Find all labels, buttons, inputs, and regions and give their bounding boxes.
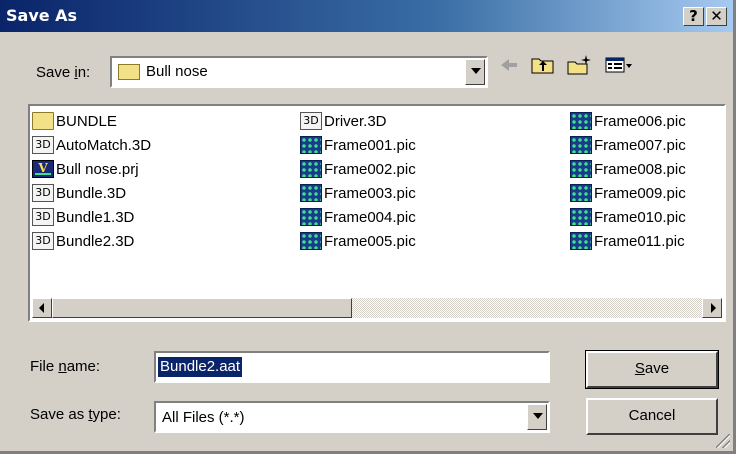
save-type-label-pre: Save as [30, 406, 89, 423]
file-item[interactable]: Frame003.pic [300, 182, 416, 204]
file-name-label-accel: n [58, 358, 67, 375]
save-in-dropdown-button[interactable] [465, 59, 485, 85]
file-item[interactable]: 3D Bundle2.3D [32, 230, 134, 252]
close-button[interactable]: ✕ [706, 7, 727, 26]
pic-file-icon [570, 112, 592, 130]
file-name-input[interactable]: Bundle2.aat [154, 351, 550, 383]
scroll-left-button[interactable] [32, 298, 52, 318]
file-item-name: Bundle1.3D [56, 208, 135, 226]
up-one-level-icon[interactable] [530, 54, 556, 76]
file-item[interactable]: Frame006.pic [570, 110, 686, 132]
file-item-name: AutoMatch.3D [56, 136, 152, 154]
file-item[interactable]: 3D Driver.3D [300, 110, 387, 132]
file-item[interactable]: Frame004.pic [300, 206, 416, 228]
save-in-dropdown[interactable]: Bull nose [110, 56, 488, 88]
save-as-dialog: Save As ? ✕ Save in: Bull nose BUNDLE 3D A… [0, 0, 736, 454]
pic-file-icon [300, 232, 322, 250]
dialog-title: Save As [6, 6, 78, 25]
file-item[interactable]: Frame008.pic [570, 158, 686, 180]
file-name-label-pre: File [30, 358, 59, 375]
file-item[interactable]: Frame011.pic [570, 230, 685, 252]
scroll-right-button[interactable] [702, 298, 722, 318]
save-type-label: Save as type: [30, 406, 121, 423]
pic-file-icon [300, 208, 322, 226]
file-item-name: Bundle.3D [56, 184, 127, 202]
arrow-left-icon [39, 303, 44, 313]
file-name-label-post: ame: [66, 358, 101, 375]
pic-file-icon [300, 184, 322, 202]
pic-file-icon [570, 232, 592, 250]
file-item-name: Frame001.pic [324, 136, 416, 154]
save-in-value: Bull nose [146, 63, 208, 80]
file-item-name: Frame002.pic [324, 160, 416, 178]
file-item[interactable]: Frame007.pic [570, 134, 686, 156]
file-item[interactable]: Frame010.pic [570, 206, 686, 228]
back-arrow-icon[interactable] [498, 54, 520, 76]
scroll-thumb[interactable] [52, 298, 352, 318]
file-item[interactable]: 3D Bundle1.3D [32, 206, 134, 228]
view-menu-icon[interactable] [604, 54, 634, 76]
file-item-name: Bull nose.prj [56, 160, 139, 178]
folder-icon [118, 64, 140, 80]
file-item[interactable]: Frame009.pic [570, 182, 686, 204]
save-type-label-post: ype: [92, 406, 121, 423]
arrow-right-icon [711, 303, 716, 313]
3d-file-icon: 3D [32, 136, 54, 154]
file-item[interactable]: BUNDLE [32, 110, 117, 132]
help-button[interactable]: ? [683, 7, 704, 26]
new-folder-icon[interactable] [566, 54, 594, 76]
3d-file-icon: 3D [300, 112, 322, 130]
file-item[interactable]: V Bull nose.prj [32, 158, 139, 180]
file-item-name: Frame005.pic [324, 232, 416, 250]
file-item-name: Frame011.pic [594, 232, 685, 250]
file-item[interactable]: Frame001.pic [300, 134, 416, 156]
pic-file-icon [300, 160, 322, 178]
file-list[interactable]: BUNDLE 3D AutoMatch.3D V Bull nose.prj 3D Bund… [28, 104, 726, 322]
file-item[interactable]: Frame005.pic [300, 230, 416, 252]
horizontal-scrollbar[interactable] [32, 298, 722, 318]
save-button-accel: S [634, 360, 645, 377]
file-item[interactable]: Frame002.pic [300, 158, 416, 180]
file-item-name: Frame006.pic [594, 112, 686, 130]
save-type-dropdown[interactable]: All Files (*.*) [154, 401, 550, 433]
pic-file-icon [570, 136, 592, 154]
file-item[interactable]: 3D AutoMatch.3D [32, 134, 151, 156]
file-item-name: Frame003.pic [324, 184, 416, 202]
3d-file-icon: 3D [32, 184, 54, 202]
pic-file-icon [570, 208, 592, 226]
file-item-name: Frame009.pic [594, 184, 686, 202]
save-type-dropdown-button[interactable] [527, 404, 547, 430]
file-item[interactable]: 3D Bundle.3D [32, 182, 126, 204]
project-file-icon: V [32, 160, 54, 178]
file-item-name: Frame004.pic [324, 208, 416, 226]
save-button-label: ave [644, 360, 670, 377]
save-in-label: Save in: [36, 64, 90, 81]
save-in-label-post: n: [77, 64, 91, 81]
save-button[interactable]: Save [585, 350, 719, 389]
pic-file-icon [570, 160, 592, 178]
file-item-name: Bundle2.3D [56, 232, 135, 250]
resize-grip[interactable] [716, 434, 730, 448]
file-item-name: Frame007.pic [594, 136, 686, 154]
folder-icon [32, 112, 54, 130]
pic-file-icon [570, 184, 592, 202]
file-item-name: Frame008.pic [594, 160, 686, 178]
chevron-down-icon [533, 413, 543, 419]
file-item-name: Driver.3D [324, 112, 387, 130]
3d-file-icon: 3D [32, 232, 54, 250]
file-name-value: Bundle2.aat [158, 357, 243, 377]
title-bar[interactable]: Save As ? ✕ [0, 0, 733, 32]
cancel-button[interactable]: Cancel [586, 398, 718, 435]
pic-file-icon [300, 136, 322, 154]
3d-file-icon: 3D [32, 208, 54, 226]
chevron-down-icon [471, 68, 481, 74]
file-name-label: File name: [30, 358, 100, 375]
save-type-value: All Files (*.*) [162, 409, 245, 426]
save-in-label-pre: Save [36, 64, 75, 81]
file-item-name: BUNDLE [56, 112, 117, 130]
file-item-name: Frame010.pic [594, 208, 686, 226]
